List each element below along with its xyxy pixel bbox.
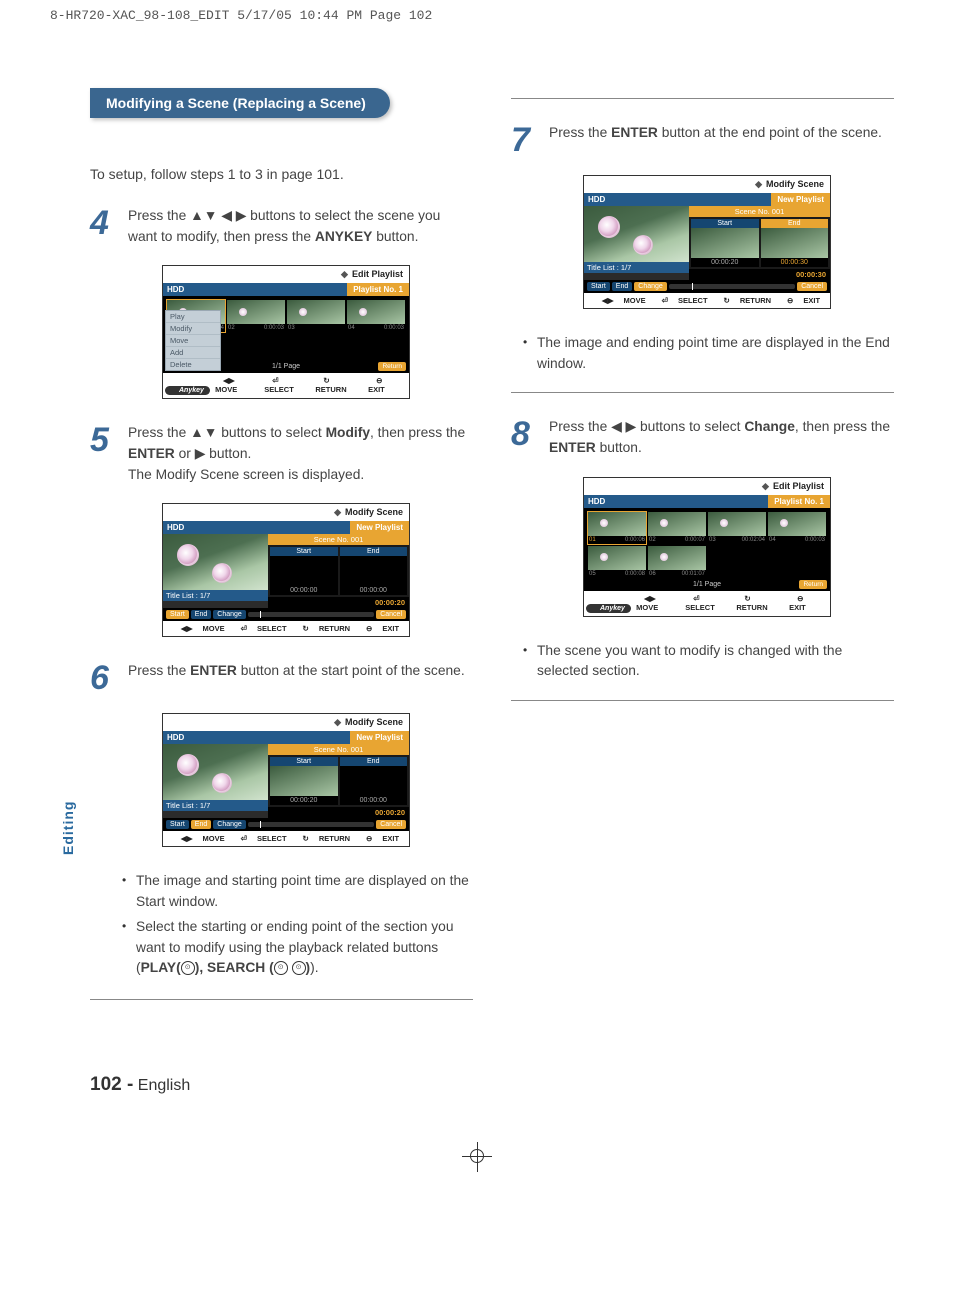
screenshot-step7: Modify Scene HDD New Playlist Title List… — [583, 175, 894, 309]
page-content: Modifying a Scene (Replacing a Scene) To… — [0, 28, 954, 1054]
crop-marks — [0, 1136, 954, 1176]
menu-delete: Delete — [166, 359, 220, 370]
step-body: Press the ENTER button at the start poin… — [128, 661, 465, 695]
nav-return: ↻ RETURN — [294, 624, 350, 633]
step-number: 4 — [90, 206, 114, 247]
menu-play: Play — [166, 311, 220, 323]
menu-move: Move — [166, 335, 220, 347]
step-number: 6 — [90, 661, 114, 695]
step-7: 7 Press the ENTER button at the end poin… — [511, 123, 894, 157]
scene-no: Scene No. 001 — [268, 534, 409, 545]
nav-move: ◀▶ MOVE — [173, 624, 225, 633]
side-tab-editing: Editing — [60, 801, 76, 855]
step-number: 7 — [511, 123, 535, 157]
nav-select: ⏎ SELECT — [264, 376, 315, 395]
menu-add: Add — [166, 347, 220, 359]
nav-return: ↻ RETURN — [315, 376, 368, 395]
screenshot-step8: Edit Playlist HDD Playlist No. 1 010:00:… — [583, 477, 894, 617]
anykey-badge: Anykey — [165, 386, 210, 395]
page-lang: English — [138, 1077, 190, 1094]
nav-exit: ⊖ EXIT — [358, 624, 399, 633]
step-body: Press the ENTER button at the end point … — [549, 123, 882, 157]
left-column: Modifying a Scene (Replacing a Scene) To… — [90, 88, 473, 1024]
nav-exit: ⊖ EXIT — [368, 376, 407, 395]
return-button: Return — [378, 362, 406, 371]
intro-text: To setup, follow steps 1 to 3 in page 10… — [90, 166, 473, 182]
nav-move: ◀▶ MOVE — [215, 376, 264, 395]
step-number: 5 — [90, 423, 114, 485]
step-5: 5 Press the ▲▼ buttons to select Modify,… — [90, 423, 473, 485]
title-list-label: Title List : 1/7 — [163, 590, 268, 601]
label-hdd: HDD — [167, 285, 184, 294]
step-body: Press the ◀ ▶ buttons to select Change, … — [549, 417, 894, 458]
anykey-menu: Play Modify Move Add Delete — [165, 310, 221, 371]
step-8: 8 Press the ◀ ▶ buttons to select Change… — [511, 417, 894, 458]
step6-note1: The image and starting point time are di… — [122, 871, 473, 912]
elapsed-time: 00:00:20 — [268, 597, 409, 608]
page-footer: 102 - English — [0, 1054, 954, 1136]
menu-modify: Modify — [166, 323, 220, 335]
right-column: 7 Press the ENTER button at the end poin… — [511, 88, 894, 1024]
step5-sub: The Modify Scene screen is displayed. — [128, 467, 364, 482]
screenshot-step6: Modify Scene HDD New Playlist Title List… — [162, 713, 473, 847]
step6-note2: Select the starting or ending point of t… — [122, 917, 473, 979]
mock-title: Edit Playlist — [341, 269, 403, 279]
step-4: 4 Press the ▲▼ ◀ ▶ buttons to select the… — [90, 206, 473, 247]
page-number: 102 - — [90, 1074, 133, 1095]
screenshot-step5: Modify Scene HDD New Playlist Title List… — [162, 503, 473, 637]
page-header-meta: 8-HR720-XAC_98-108_EDIT 5/17/05 10:44 PM… — [0, 0, 954, 28]
step4-text-b: button. — [372, 229, 418, 244]
section-heading: Modifying a Scene (Replacing a Scene) — [90, 88, 390, 118]
label-anykey: ANYKEY — [315, 229, 373, 244]
step-6: 6 Press the ENTER button at the start po… — [90, 661, 473, 695]
step-body: Press the ▲▼ ◀ ▶ buttons to select the s… — [128, 206, 473, 247]
screenshot-step4: Edit Playlist HDD Playlist No. 1 0100:02… — [162, 265, 473, 399]
step7-note: The image and ending point time are disp… — [523, 333, 894, 374]
step-body: Press the ▲▼ buttons to select Modify, t… — [128, 423, 473, 485]
print-job-line: 8-HR720-XAC_98-108_EDIT 5/17/05 10:44 PM… — [0, 0, 954, 23]
step-number: 8 — [511, 417, 535, 458]
label-playlist-no: Playlist No. 1 — [347, 283, 409, 296]
step8-note: The scene you want to modify is changed … — [523, 641, 894, 682]
nav-select: ⏎ SELECT — [233, 624, 287, 633]
